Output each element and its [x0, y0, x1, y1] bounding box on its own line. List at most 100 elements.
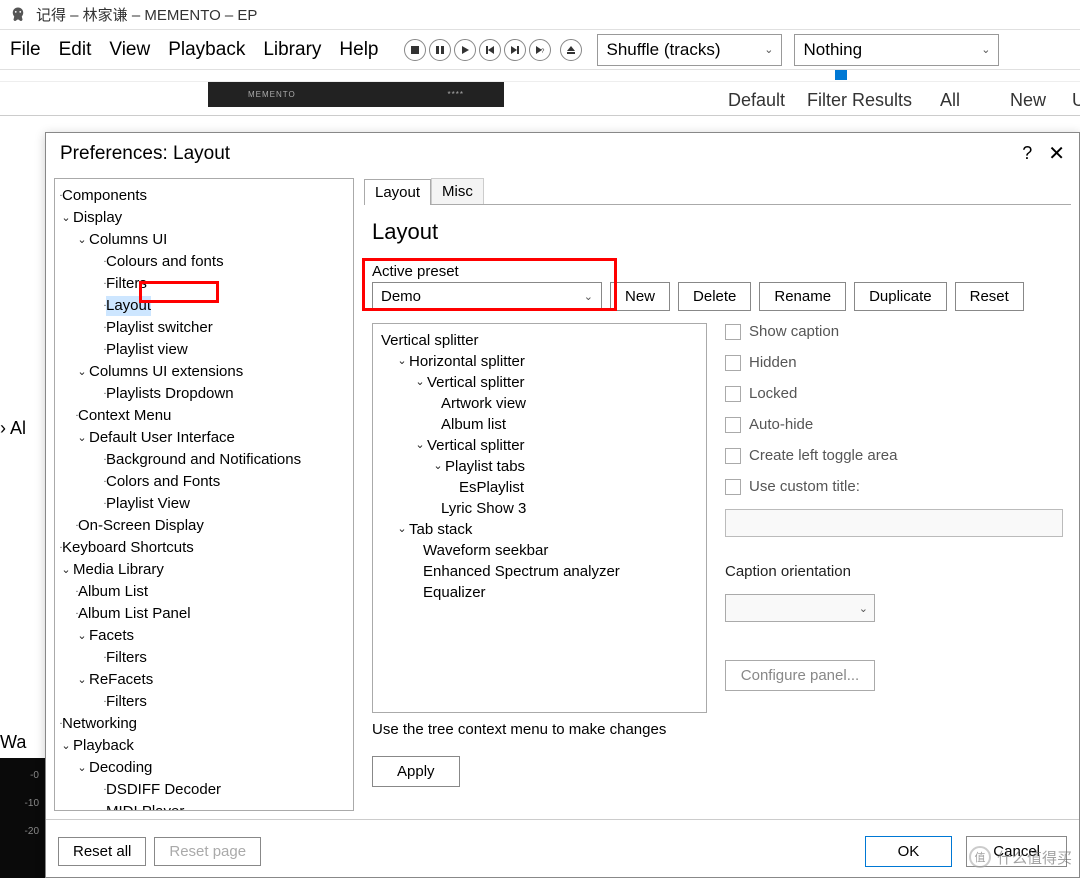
menu-library[interactable]: Library: [263, 39, 321, 61]
menu-file[interactable]: File: [10, 39, 41, 61]
nav-playlist-switcher[interactable]: Playlist switcher: [106, 318, 213, 338]
nav-media-library[interactable]: Media Library: [73, 560, 164, 580]
tree-esplaylist[interactable]: EsPlaylist: [459, 477, 524, 498]
hint-text: Use the tree context menu to make change…: [372, 721, 1063, 738]
nav-facets[interactable]: Facets: [89, 626, 134, 646]
nav-networking[interactable]: Networking: [62, 714, 137, 734]
nav-osd[interactable]: On-Screen Display: [78, 516, 204, 536]
tab-new[interactable]: New: [1000, 86, 1056, 118]
layout-heading: Layout: [372, 219, 1063, 245]
tab-misc[interactable]: Misc: [431, 178, 484, 204]
nav-display[interactable]: Display: [73, 208, 122, 228]
preset-dropdown[interactable]: Demo ⌄: [372, 282, 602, 311]
nav-refacets-filters[interactable]: Filters: [106, 692, 147, 712]
nav-context-menu[interactable]: Context Menu: [78, 406, 171, 426]
prev-button[interactable]: [479, 39, 501, 61]
tree-equalizer[interactable]: Equalizer: [423, 582, 486, 603]
stop-button[interactable]: [404, 39, 426, 61]
autohide-checkbox[interactable]: [725, 417, 741, 433]
nav-filters[interactable]: Filters: [106, 274, 147, 294]
tab-unknown[interactable]: U: [1062, 86, 1080, 118]
eject-button[interactable]: [560, 39, 582, 61]
seekbar-thumb[interactable]: [835, 70, 847, 80]
nav-decoding[interactable]: Decoding: [89, 758, 152, 778]
tree-vertical-splitter[interactable]: Vertical splitter: [381, 330, 479, 351]
nav-colors-fonts[interactable]: Colors and Fonts: [106, 472, 220, 492]
custom-title-input[interactable]: [725, 509, 1063, 537]
menu-edit[interactable]: Edit: [59, 39, 92, 61]
tab-filter-results[interactable]: Filter Results: [797, 86, 922, 118]
seekbar[interactable]: [0, 70, 1080, 82]
tab-layout[interactable]: Layout: [364, 179, 431, 205]
nav-playback[interactable]: Playback: [73, 736, 134, 756]
nav-default-ui[interactable]: Default User Interface: [89, 428, 235, 448]
preferences-nav-tree[interactable]: ···Components ⌄Display ⌄Columns UI ···Co…: [54, 178, 354, 811]
menu-view[interactable]: View: [109, 39, 150, 61]
configure-panel-button[interactable]: Configure panel...: [725, 660, 875, 691]
secondary-combo[interactable]: Nothing ⌄: [794, 34, 999, 66]
nav-keyboard[interactable]: Keyboard Shortcuts: [62, 538, 194, 558]
nav-playlist-view[interactable]: Playlist view: [106, 340, 188, 360]
nav-midi[interactable]: MIDI Player: [106, 802, 184, 811]
app-icon: [8, 5, 28, 25]
nav-colours[interactable]: Colours and fonts: [106, 252, 224, 272]
new-button[interactable]: New: [610, 282, 670, 311]
tree-tab-stack[interactable]: Tab stack: [409, 519, 472, 540]
nav-facets-filters[interactable]: Filters: [106, 648, 147, 668]
preferences-dialog: Preferences: Layout ? ✕ ···Components ⌄D…: [45, 132, 1080, 878]
ok-button[interactable]: OK: [865, 836, 953, 867]
tab-all[interactable]: All: [930, 86, 970, 118]
tab-default[interactable]: Default: [718, 86, 795, 118]
playback-order-label: Shuffle (tracks): [606, 40, 720, 60]
duplicate-button[interactable]: Duplicate: [854, 282, 947, 311]
chevron-right-icon: ›: [0, 418, 6, 439]
delete-button[interactable]: Delete: [678, 282, 751, 311]
nav-playlist-view-2[interactable]: Playlist View: [106, 494, 190, 514]
close-button[interactable]: ✕: [1048, 141, 1065, 166]
preferences-content: Layout Misc Layout Active preset Demo ⌄ …: [364, 178, 1071, 811]
nav-columns-ui-ext[interactable]: Columns UI extensions: [89, 362, 243, 382]
tree-horizontal-splitter[interactable]: Horizontal splitter: [409, 351, 525, 372]
reset-page-button[interactable]: Reset page: [154, 837, 261, 866]
play-button[interactable]: [454, 39, 476, 61]
hidden-checkbox[interactable]: [725, 355, 741, 371]
tree-artwork[interactable]: Artwork view: [441, 393, 526, 414]
custom-title-checkbox[interactable]: [725, 479, 741, 495]
apply-button[interactable]: Apply: [372, 756, 460, 787]
playback-order-combo[interactable]: Shuffle (tracks) ⌄: [597, 34, 782, 66]
window-title: 记得 – 林家谦 – MEMENTO – EP: [36, 4, 257, 25]
nav-album-list[interactable]: Album List: [78, 582, 148, 602]
nav-components[interactable]: Components: [62, 186, 147, 206]
caption-orientation-dropdown[interactable]: ⌄: [725, 594, 875, 622]
locked-checkbox[interactable]: [725, 386, 741, 402]
pause-button[interactable]: [429, 39, 451, 61]
nav-bg-notif[interactable]: Background and Notifications: [106, 450, 301, 470]
next-button[interactable]: [504, 39, 526, 61]
nav-playlists-dropdown[interactable]: Playlists Dropdown: [106, 384, 234, 404]
tree-album-list[interactable]: Album list: [441, 414, 506, 435]
toggle-area-checkbox[interactable]: [725, 448, 741, 464]
menu-playback[interactable]: Playback: [168, 39, 245, 61]
rename-button[interactable]: Rename: [759, 282, 846, 311]
nav-columns-ui[interactable]: Columns UI: [89, 230, 167, 250]
autohide-label: Auto-hide: [749, 416, 813, 433]
nav-layout[interactable]: Layout: [106, 296, 151, 316]
chevron-down-icon: ⌄: [764, 43, 773, 56]
nav-dsdiff[interactable]: DSDIFF Decoder: [106, 780, 221, 800]
tree-spectrum[interactable]: Enhanced Spectrum analyzer: [423, 561, 620, 582]
tree-waveform[interactable]: Waveform seekbar: [423, 540, 548, 561]
reset-all-button[interactable]: Reset all: [58, 837, 146, 866]
random-button[interactable]: ?: [529, 39, 551, 61]
tree-vertical-splitter-3[interactable]: Vertical splitter: [427, 435, 525, 456]
tree-vertical-splitter-2[interactable]: Vertical splitter: [427, 372, 525, 393]
help-button[interactable]: ?: [1022, 143, 1032, 164]
tree-lyric[interactable]: Lyric Show 3: [441, 498, 526, 519]
nav-refacets[interactable]: ReFacets: [89, 670, 153, 690]
tree-playlist-tabs[interactable]: Playlist tabs: [445, 456, 525, 477]
show-caption-checkbox[interactable]: [725, 324, 741, 340]
nav-album-list-panel[interactable]: Album List Panel: [78, 604, 191, 624]
reset-button[interactable]: Reset: [955, 282, 1024, 311]
watermark-icon: 值: [969, 846, 991, 868]
menu-help[interactable]: Help: [339, 39, 378, 61]
layout-tree[interactable]: Vertical splitter ⌄Horizontal splitter ⌄…: [372, 323, 707, 713]
